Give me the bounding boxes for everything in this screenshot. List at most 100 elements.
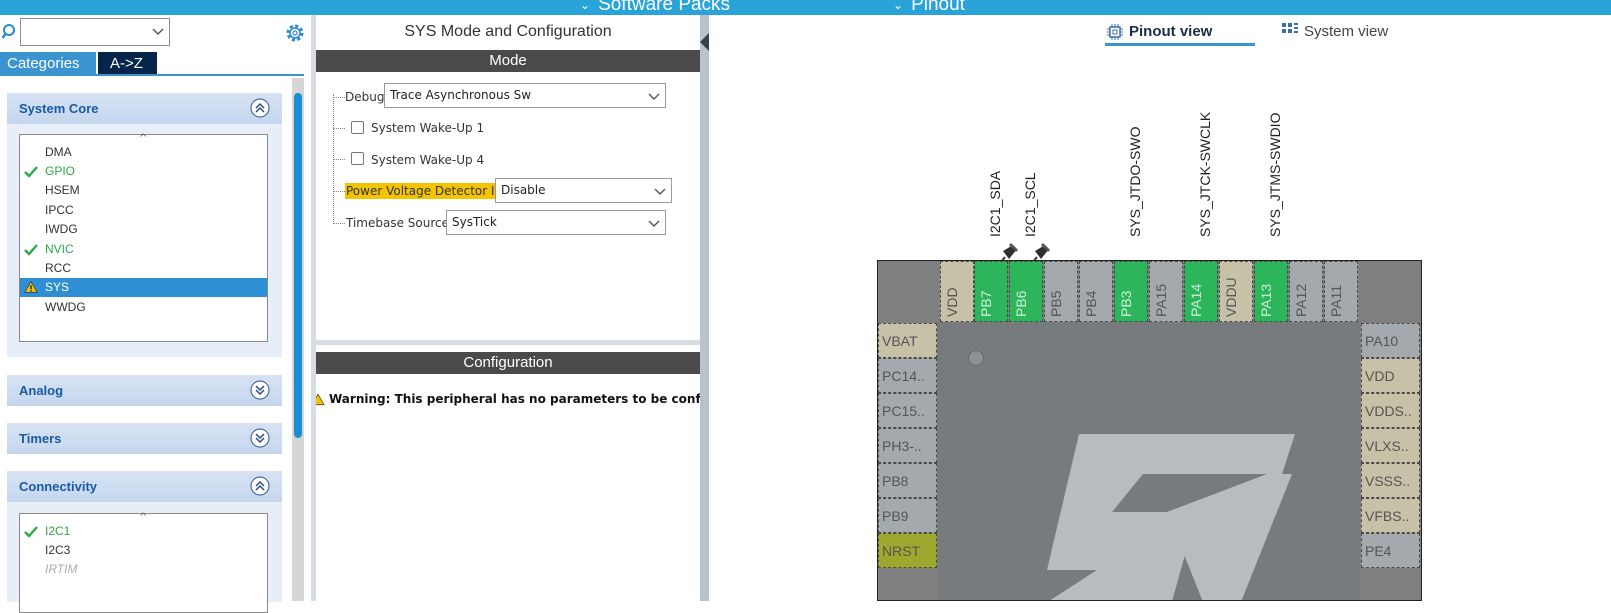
gear-icon[interactable] [284,22,306,44]
pin-vsss[interactable]: VSSS.. [1361,463,1420,498]
pin-pe4[interactable]: PE4 [1361,533,1420,568]
list-item-label: WWDG [45,300,86,314]
menu-software-packs[interactable]: ⌄ Software Packs [580,0,730,15]
timebase-select[interactable]: SysTick [446,210,666,235]
pin-vlxs[interactable]: VLXS.. [1361,428,1420,463]
configuration-section: Configuration Warning: This peripheral h… [316,345,700,601]
pvd-select[interactable]: Disable [495,178,672,203]
list-item-dma[interactable]: DMA [20,143,267,162]
warning-icon [316,393,325,406]
search-input[interactable] [20,18,170,46]
pin-label: PA15 [1153,283,1169,317]
system-wakeup-1-label: System Wake-Up 1 [371,121,485,135]
pin-nrst[interactable]: NRST [878,533,937,568]
pin-vdd-right[interactable]: VDD [1361,358,1420,393]
pin-label: VFBS.. [1365,508,1410,524]
pin-pa15[interactable]: PA15 [1149,261,1183,322]
list-item-gpio[interactable]: GPIO [20,162,267,181]
pin-vbat[interactable]: VBAT [878,323,937,358]
category-header-connectivity[interactable]: Connectivity [7,471,282,502]
pin-label-swclk: SYS_JTCK-SWCLK [1197,111,1213,237]
debug-label: Debug [345,90,385,104]
collapse-arrow-icon[interactable] [700,33,709,51]
panel-splitter[interactable] [700,15,709,601]
pin-pa12[interactable]: PA12 [1289,261,1323,322]
chevron-down-icon: ⌄ [893,0,904,12]
pin-vddu[interactable]: VDDU [1219,261,1253,322]
pin-vdd-top[interactable]: VDD [940,261,974,322]
pin-label: VDDU [1223,277,1239,317]
tab-system-label: System view [1304,23,1389,40]
pin-pb6[interactable]: PB6 [1009,261,1043,322]
list-item-i2c1[interactable]: I2C1 [20,522,267,541]
tab-categories[interactable]: Categories [0,52,96,75]
category-title: Analog [19,383,64,398]
tree-line [333,97,345,98]
pin-pb7[interactable]: PB7 [974,261,1008,322]
list-item-label: HSEM [45,183,80,197]
st-logo-icon [1047,434,1295,600]
pin-label: PB6 [1013,290,1029,317]
pin-ph3[interactable]: PH3-.. [878,428,937,463]
debug-select[interactable]: Trace Asynchronous Sw [384,83,666,108]
list-item-label: IWDG [45,222,78,236]
pin-pa14[interactable]: PA14 [1184,261,1218,322]
expand-icon[interactable] [250,428,270,448]
pin-pc15[interactable]: PC15.. [878,393,937,428]
pin-pb5[interactable]: PB5 [1044,261,1078,322]
category-header-system-core[interactable]: System Core [7,93,282,124]
tab-system-view[interactable]: System view [1282,23,1389,40]
pin-label: VDD [1365,368,1395,384]
list-item-irtim[interactable]: IRTIM [20,560,267,579]
system-wakeup-4-checkbox[interactable] [351,152,364,165]
search-icon[interactable] [2,24,18,40]
menu-software-packs-label: Software Packs [598,0,731,15]
list-item-label: RCC [45,261,71,275]
warning-message: Warning: This peripheral has no paramete… [316,389,700,411]
pin-vdds[interactable]: VDDS.. [1361,393,1420,428]
tab-a-z[interactable]: A->Z [98,52,157,75]
category-header-analog[interactable]: Analog [7,375,282,406]
tab-pinout-view[interactable]: Pinout view [1107,23,1213,40]
grid-icon [1282,23,1298,33]
system-wakeup-1-checkbox[interactable] [351,121,364,134]
expand-icon[interactable] [250,380,270,400]
tree-line [333,128,345,129]
tree-line [333,191,345,192]
category-header-timers[interactable]: Timers [7,423,282,454]
pin1-marker [968,350,984,366]
list-item-hsem[interactable]: HSEM [20,181,267,200]
scrollbar-thumb[interactable] [294,93,302,438]
list-item-label: SYS [45,280,70,294]
menu-pinout[interactable]: ⌄ Pinout [893,0,965,15]
pin-pa11[interactable]: PA11 [1324,261,1358,322]
list-item-sys[interactable]: SYS [20,278,267,297]
pin-label: PA11 [1328,284,1344,317]
list-item-i2c3[interactable]: I2C3 [20,541,267,560]
tab-pinout-label: Pinout view [1129,23,1213,40]
system-core-list: ^ DMA GPIO HSEM IPCC IWDG NVIC RCC SYS W… [19,133,268,342]
pvd-value: Disable [501,183,546,197]
pin-pb4[interactable]: PB4 [1079,261,1113,322]
list-item-rcc[interactable]: RCC [20,259,267,278]
pin-pb8[interactable]: PB8 [878,463,937,498]
pin-label: PH3-.. [882,438,922,454]
list-item-nvic[interactable]: NVIC [20,240,267,259]
pin-label: PA13 [1258,283,1274,317]
collapse-icon[interactable] [250,476,270,496]
pin-pc14[interactable]: PC14.. [878,358,937,393]
tab-underline [0,74,304,76]
top-menu-bar: ⌄ Software Packs ⌄ Pinout [0,0,1611,15]
list-item-wwdg[interactable]: WWDG [20,298,267,317]
pin-pa13[interactable]: PA13 [1254,261,1288,322]
pin-vfbs[interactable]: VFBS.. [1361,498,1420,533]
list-item-iwdg[interactable]: IWDG [20,220,267,239]
pin-pb3[interactable]: PB3 [1114,261,1148,322]
pin-pa10[interactable]: PA10 [1361,323,1420,358]
chevron-down-icon [152,28,164,35]
pin-label-i2c1-scl: I2C1_SCL [1022,172,1038,237]
pin-pb9[interactable]: PB9 [878,498,937,533]
collapse-icon[interactable] [250,98,270,118]
timebase-label: Timebase Source [346,216,450,230]
list-item-ipcc[interactable]: IPCC [20,201,267,220]
